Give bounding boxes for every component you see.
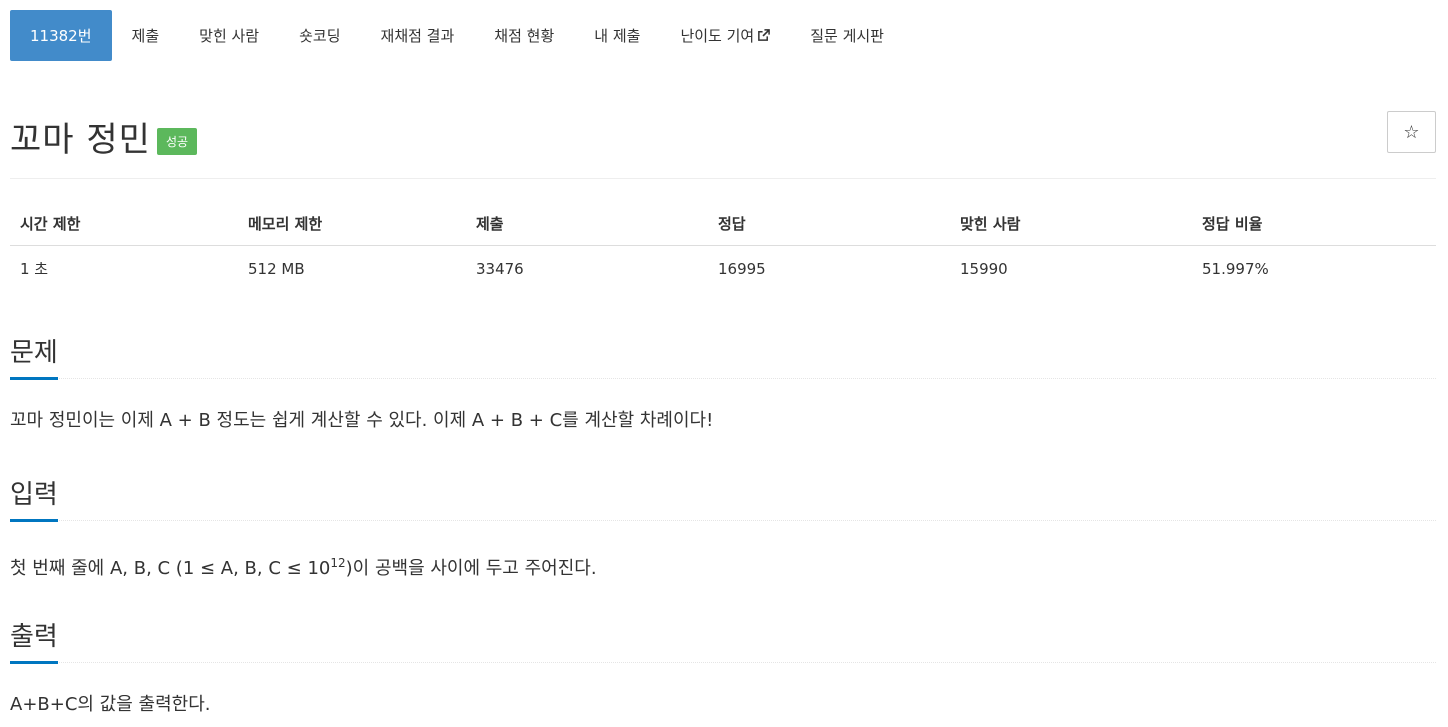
cell-accept-ratio: 51.997%: [1202, 259, 1269, 278]
input-heading: 입력: [10, 474, 58, 522]
input-text: 첫 번째 줄에 A, B, C (1 ≤ A, B, C ≤ 1012)이 공백…: [10, 551, 1436, 581]
tab-submit[interactable]: 제출: [112, 10, 180, 61]
output-section: 출력 A+B+C의 값을 출력한다.: [10, 616, 1436, 717]
header-time-limit: 시간 제한: [10, 201, 238, 246]
input-exponent: 12: [330, 556, 346, 570]
tab-difficulty-label: 난이도 기여: [680, 27, 755, 45]
input-section: 입력 첫 번째 줄에 A, B, C (1 ≤ A, B, C ≤ 1012)이…: [10, 474, 1436, 581]
description-heading: 문제: [10, 332, 58, 380]
favorite-button[interactable]: ☆: [1387, 111, 1436, 153]
tab-solved-users[interactable]: 맞힌 사람: [179, 10, 279, 61]
description-divider: [10, 378, 1436, 379]
header-submissions: 제출: [466, 201, 708, 246]
cell-time-limit: 1 초: [20, 260, 49, 278]
header-solved-users: 맞힌 사람: [950, 201, 1192, 246]
tab-difficulty-contribution[interactable]: 난이도 기여: [660, 10, 790, 61]
page-title: 꼬마 정민: [10, 120, 151, 160]
tab-rejudge-results[interactable]: 재채점 결과: [361, 10, 475, 61]
status-badge: 성공: [157, 128, 198, 155]
problem-header: 꼬마 정민 성공 ☆: [10, 108, 1436, 178]
header-accepted: 정답: [708, 201, 950, 246]
table-header-row: 시간 제한 메모리 제한 제출 정답 맞힌 사람 정답 비율: [10, 201, 1436, 246]
tab-my-submissions[interactable]: 내 제출: [574, 10, 660, 61]
input-text-start: 첫 번째 줄에 A, B, C (1 ≤ A, B, C ≤ 10: [10, 558, 331, 579]
star-icon: ☆: [1403, 121, 1420, 143]
header-accept-ratio: 정답 비율: [1192, 201, 1436, 246]
output-heading: 출력: [10, 616, 58, 664]
tab-question-board[interactable]: 질문 게시판: [790, 10, 904, 61]
description-text: 꼬마 정민이는 이제 A + B 정도는 쉽게 계산할 수 있다. 이제 A +…: [10, 410, 714, 431]
cell-solved-users: 15990: [960, 259, 1008, 278]
output-divider: [10, 662, 1436, 663]
header-memory-limit: 메모리 제한: [238, 201, 466, 246]
tab-judge-status[interactable]: 채점 현황: [474, 10, 574, 61]
table-row: 1 초 512 MB 33476 16995 15990 51.997%: [10, 246, 1436, 292]
cell-submissions: 33476: [476, 259, 524, 278]
external-link-icon: [758, 29, 771, 41]
description-section: 문제 꼬마 정민이는 이제 A + B 정도는 쉽게 계산할 수 있다. 이제 …: [10, 332, 1436, 433]
tab-problem[interactable]: 11382번: [10, 10, 112, 61]
cell-accepted: 16995: [718, 259, 766, 278]
title-divider: [10, 178, 1436, 179]
problem-menu: 11382번 제출 맞힌 사람 숏코딩 재채점 결과 채점 현황 내 제출 난이…: [10, 10, 904, 61]
problem-info-table: 시간 제한 메모리 제한 제출 정답 맞힌 사람 정답 비율 1 초 512 M…: [10, 201, 1436, 291]
cell-memory-limit: 512 MB: [248, 259, 305, 278]
input-text-end: )이 공백을 사이에 두고 주어진다.: [345, 558, 597, 579]
tab-short-coding[interactable]: 숏코딩: [279, 10, 360, 61]
output-text: A+B+C의 값을 출력한다.: [10, 694, 211, 715]
input-divider: [10, 520, 1436, 521]
